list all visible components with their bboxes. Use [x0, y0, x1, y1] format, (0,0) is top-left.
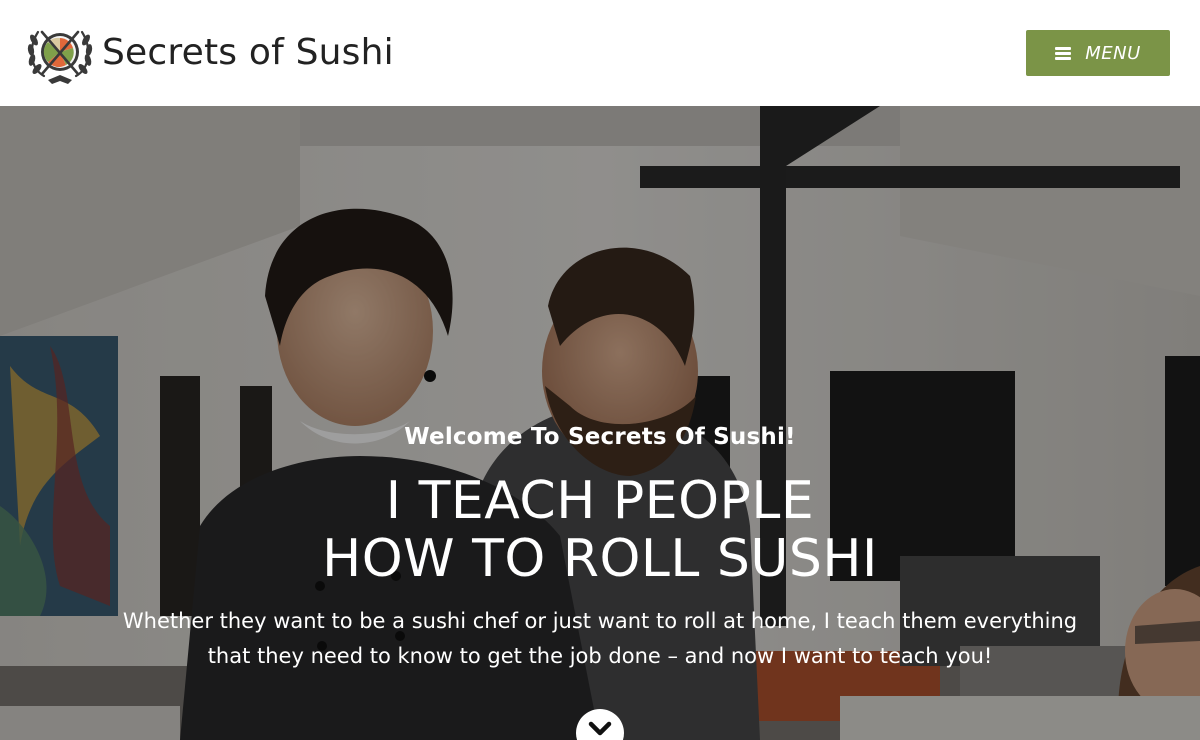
- hero-title-line-2: HOW TO ROLL SUSHI: [322, 529, 878, 589]
- menu-label: MENU: [1085, 42, 1141, 64]
- chevron-down-icon: [588, 721, 612, 736]
- site-header: Secrets of Sushi MENU: [0, 0, 1200, 106]
- hero-title: I TEACH PEOPLE HOW TO ROLL SUSHI: [0, 472, 1200, 588]
- site-name: Secrets of Sushi: [102, 32, 394, 73]
- hero-title-line-1: I TEACH PEOPLE: [385, 471, 815, 531]
- hero-section: Welcome To Secrets Of Sushi! I TEACH PEO…: [0, 106, 1200, 740]
- hero-kicker: Welcome To Secrets Of Sushi!: [404, 424, 796, 450]
- hamburger-icon: [1055, 46, 1072, 60]
- site-logo-link[interactable]: Secrets of Sushi: [24, 20, 394, 86]
- hero-content: Welcome To Secrets Of Sushi! I TEACH PEO…: [0, 106, 1200, 740]
- hero-description: Whether they want to be a sushi chef or …: [122, 609, 1078, 668]
- sushi-logo-icon: [27, 30, 93, 84]
- menu-button[interactable]: MENU: [1026, 30, 1170, 76]
